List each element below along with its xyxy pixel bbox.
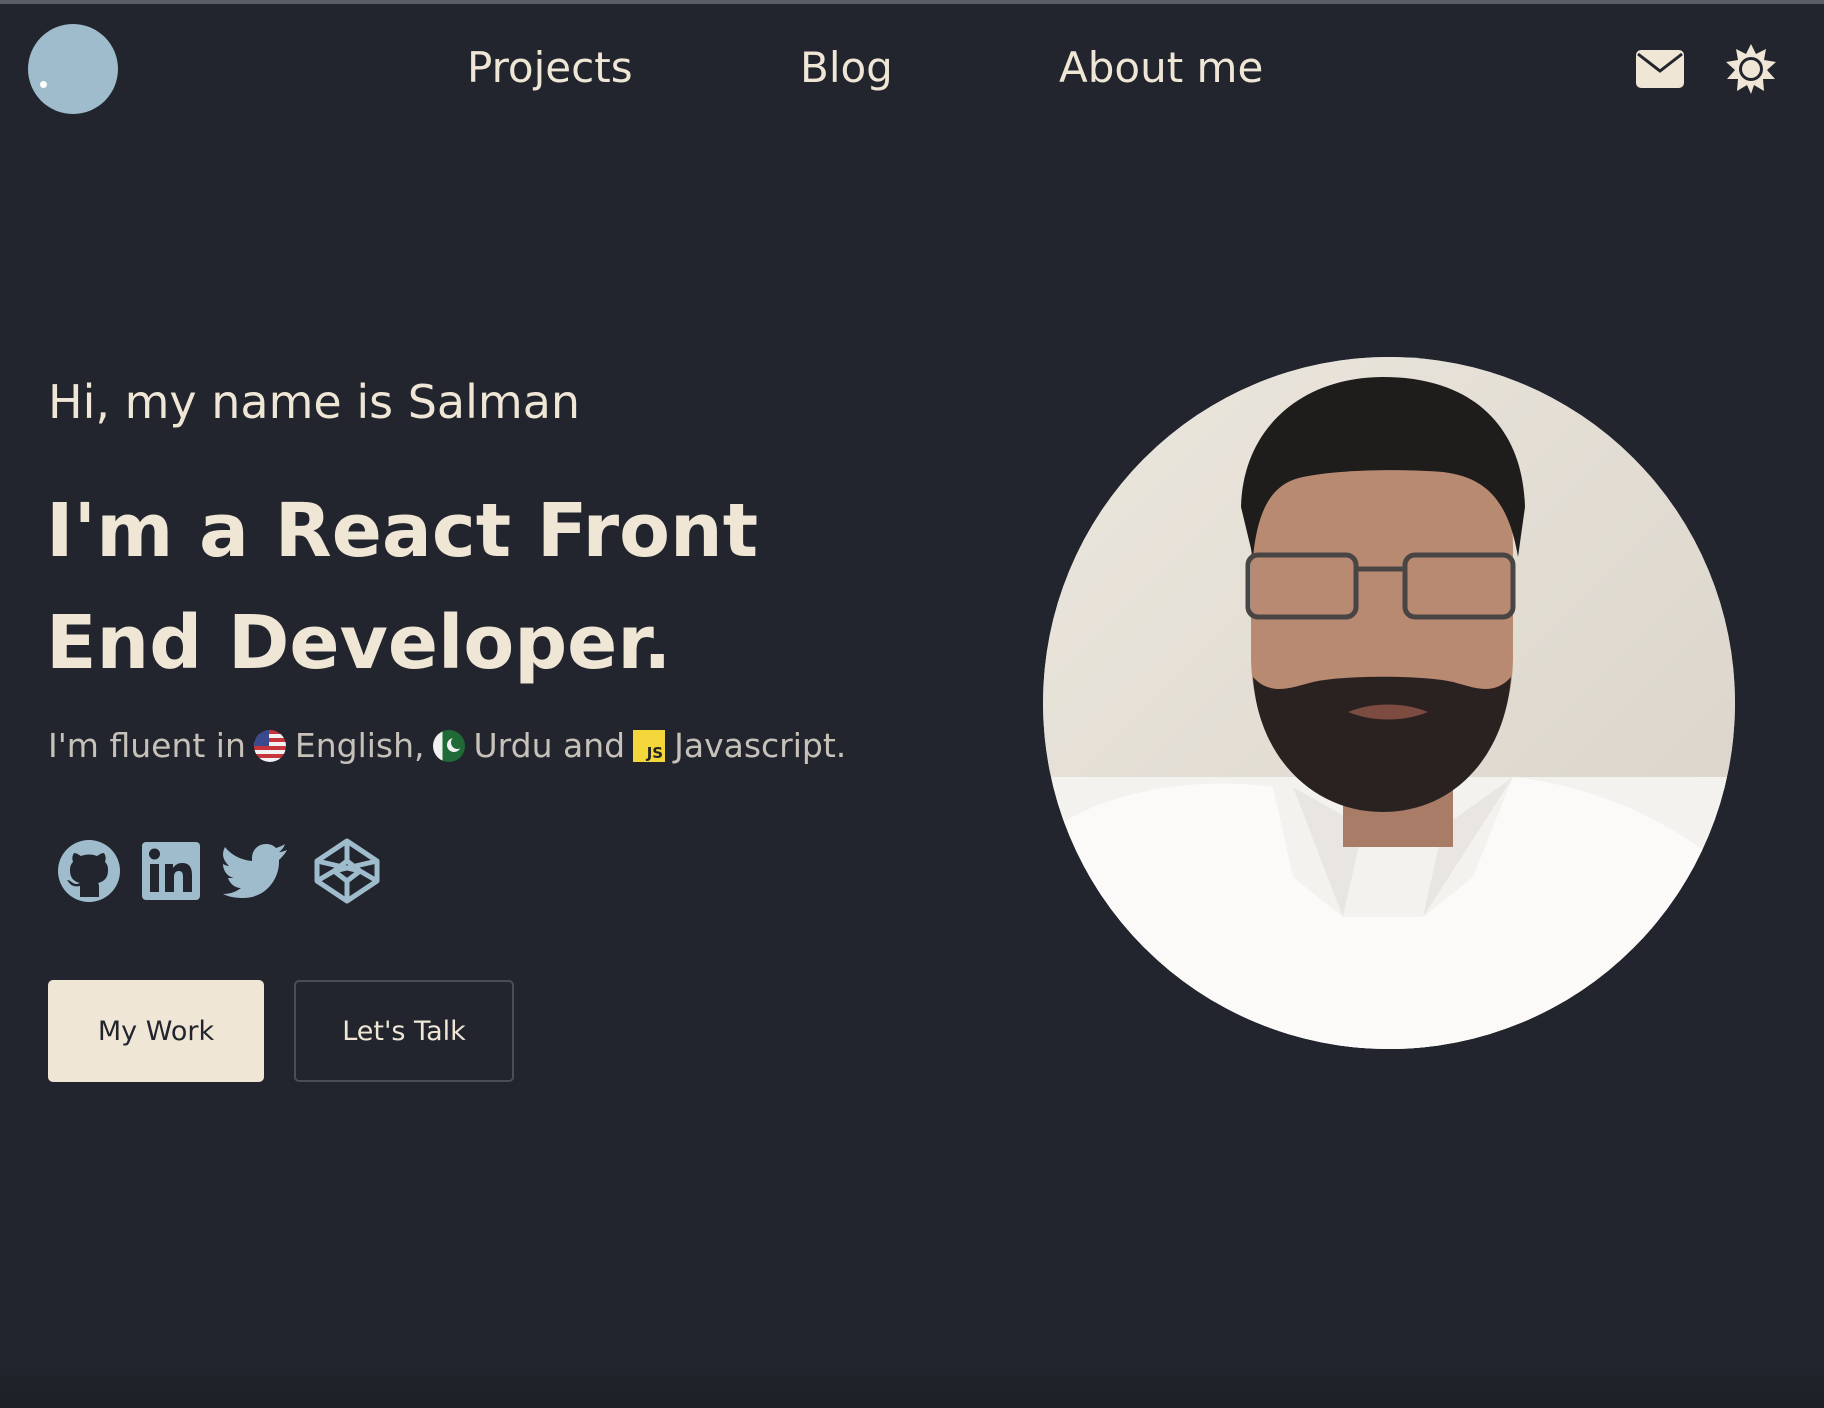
logo-dot bbox=[40, 81, 47, 88]
twitter-icon[interactable] bbox=[222, 838, 288, 904]
lets-talk-button[interactable]: Let's Talk bbox=[294, 980, 514, 1082]
window-top-border bbox=[0, 0, 1824, 4]
javascript-icon: JS bbox=[633, 730, 666, 762]
mail-icon[interactable] bbox=[1635, 44, 1685, 94]
logo[interactable] bbox=[28, 24, 118, 114]
greeting: Hi, my name is Salman bbox=[48, 375, 581, 429]
nav-blog[interactable]: Blog bbox=[800, 42, 893, 94]
codepen-icon[interactable] bbox=[314, 838, 380, 904]
linkedin-icon[interactable] bbox=[138, 838, 204, 904]
headline: I'm a React Front End Developer. bbox=[46, 488, 759, 686]
nav-projects[interactable]: Projects bbox=[467, 42, 633, 94]
sun-icon[interactable] bbox=[1726, 44, 1776, 94]
us-flag-icon bbox=[253, 730, 286, 762]
my-work-button[interactable]: My Work bbox=[48, 980, 264, 1082]
language-urdu: Urdu and bbox=[473, 726, 626, 765]
fluent-prefix: I'm fluent in bbox=[48, 726, 246, 765]
languages-line: I'm fluent in English, Urdu and JS Javas… bbox=[48, 722, 846, 770]
nav-about-me[interactable]: About me bbox=[1059, 42, 1263, 94]
pakistan-flag-icon bbox=[432, 730, 465, 762]
language-javascript: Javascript. bbox=[674, 726, 847, 765]
github-icon[interactable] bbox=[56, 838, 122, 904]
bottom-shade bbox=[0, 1360, 1824, 1408]
language-english: English, bbox=[294, 726, 425, 765]
profile-photo bbox=[1043, 357, 1735, 1049]
